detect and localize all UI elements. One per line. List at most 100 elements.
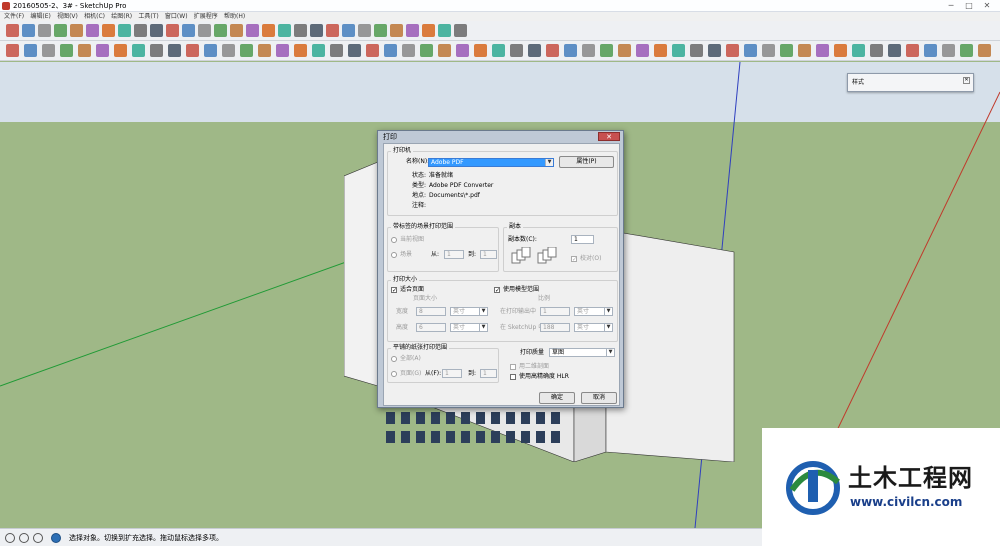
- drawing-tool-icon[interactable]: [456, 44, 469, 57]
- drawing-tool-icon[interactable]: [888, 44, 901, 57]
- main-tool-icon[interactable]: [6, 24, 19, 37]
- close-window-button[interactable]: ✕: [980, 0, 994, 11]
- main-tool-icon[interactable]: [166, 24, 179, 37]
- help-icon[interactable]: [51, 533, 61, 543]
- drawing-tool-icon[interactable]: [474, 44, 487, 57]
- drawing-tool-icon[interactable]: [726, 44, 739, 57]
- main-tool-icon[interactable]: [214, 24, 227, 37]
- drawing-tool-icon[interactable]: [240, 44, 253, 57]
- drawing-tool-icon[interactable]: [924, 44, 937, 57]
- printout-field[interactable]: 1: [540, 307, 570, 316]
- drawing-tool-icon[interactable]: [528, 44, 541, 57]
- copies-count-stepper[interactable]: 1: [571, 235, 594, 244]
- drawing-tool-icon[interactable]: [798, 44, 811, 57]
- drawing-tool-icon[interactable]: [330, 44, 343, 57]
- scenes-radio[interactable]: [391, 252, 397, 258]
- drawing-tool-icon[interactable]: [708, 44, 721, 57]
- drawing-tool-icon[interactable]: [618, 44, 631, 57]
- drawing-tool-icon[interactable]: [168, 44, 181, 57]
- main-tool-icon[interactable]: [182, 24, 195, 37]
- main-tool-icon[interactable]: [438, 24, 451, 37]
- credits-icon[interactable]: [19, 533, 29, 543]
- drawing-tool-icon[interactable]: [834, 44, 847, 57]
- minimize-button[interactable]: ─: [944, 0, 958, 11]
- main-tool-icon[interactable]: [22, 24, 35, 37]
- drawing-tool-icon[interactable]: [546, 44, 559, 57]
- drawing-tool-icon[interactable]: [852, 44, 865, 57]
- main-tool-icon[interactable]: [54, 24, 67, 37]
- drawing-tool-icon[interactable]: [564, 44, 577, 57]
- height-field[interactable]: 6: [416, 323, 446, 332]
- main-tool-icon[interactable]: [326, 24, 339, 37]
- main-tool-icon[interactable]: [294, 24, 307, 37]
- drawing-tool-icon[interactable]: [978, 44, 991, 57]
- scene-from-field[interactable]: 1: [444, 250, 464, 259]
- drawing-tool-icon[interactable]: [690, 44, 703, 57]
- drawing-tool-icon[interactable]: [258, 44, 271, 57]
- hlr-checkbox[interactable]: [510, 374, 516, 380]
- drawing-tool-icon[interactable]: [78, 44, 91, 57]
- scene-to-field[interactable]: 1: [480, 250, 497, 259]
- menu-window[interactable]: 窗口(W): [165, 12, 188, 21]
- drawing-tool-icon[interactable]: [96, 44, 109, 57]
- tiled-to-field[interactable]: 1: [480, 369, 497, 378]
- drawing-tool-icon[interactable]: [402, 44, 415, 57]
- width-unit-select[interactable]: 英寸 ▼: [450, 307, 488, 316]
- main-tool-icon[interactable]: [134, 24, 147, 37]
- menu-extensions[interactable]: 扩展程序: [194, 12, 218, 21]
- geo-location-icon[interactable]: [5, 533, 15, 543]
- main-tool-icon[interactable]: [86, 24, 99, 37]
- drawing-tool-icon[interactable]: [906, 44, 919, 57]
- printer-name-select[interactable]: Adobe PDF ▼: [428, 158, 554, 167]
- print-quality-select[interactable]: 草图 ▼: [549, 348, 615, 357]
- drawing-tool-icon[interactable]: [132, 44, 145, 57]
- page-range-radio[interactable]: [391, 371, 397, 377]
- main-tool-icon[interactable]: [38, 24, 51, 37]
- cancel-button[interactable]: 取消: [581, 392, 617, 404]
- use-extents-checkbox[interactable]: ✓: [494, 287, 500, 294]
- drawing-tool-icon[interactable]: [762, 44, 775, 57]
- drawing-tool-icon[interactable]: [222, 44, 235, 57]
- main-tool-icon[interactable]: [198, 24, 211, 37]
- menu-edit[interactable]: 编辑(E): [30, 12, 50, 21]
- main-tool-icon[interactable]: [262, 24, 275, 37]
- main-tool-icon[interactable]: [342, 24, 355, 37]
- all-pages-radio[interactable]: [391, 356, 397, 362]
- ok-button[interactable]: 确定: [539, 392, 575, 404]
- main-tool-icon[interactable]: [422, 24, 435, 37]
- main-tool-icon[interactable]: [390, 24, 403, 37]
- printout-unit-select[interactable]: 英寸 ▼: [574, 307, 613, 316]
- drawing-tool-icon[interactable]: [60, 44, 73, 57]
- user-icon[interactable]: [33, 533, 43, 543]
- main-tool-icon[interactable]: [358, 24, 371, 37]
- drawing-tool-icon[interactable]: [42, 44, 55, 57]
- sketchup-unit-select[interactable]: 英寸 ▼: [574, 323, 613, 332]
- drawing-tool-icon[interactable]: [510, 44, 523, 57]
- menu-file[interactable]: 文件(F): [4, 12, 24, 21]
- main-tool-icon[interactable]: [118, 24, 131, 37]
- menu-camera[interactable]: 相机(C): [84, 12, 105, 21]
- drawing-tool-icon[interactable]: [744, 44, 757, 57]
- drawing-tool-icon[interactable]: [942, 44, 955, 57]
- drawing-tool-icon[interactable]: [384, 44, 397, 57]
- drawing-tool-icon[interactable]: [420, 44, 433, 57]
- drawing-tool-icon[interactable]: [960, 44, 973, 57]
- drawing-tool-icon[interactable]: [816, 44, 829, 57]
- menu-tools[interactable]: 工具(T): [138, 12, 158, 21]
- drawing-tool-icon[interactable]: [114, 44, 127, 57]
- main-tool-icon[interactable]: [150, 24, 163, 37]
- styles-panel[interactable]: 样式 ✕: [847, 73, 974, 92]
- drawing-tool-icon[interactable]: [24, 44, 37, 57]
- drawing-tool-icon[interactable]: [204, 44, 217, 57]
- drawing-tool-icon[interactable]: [276, 44, 289, 57]
- main-tool-icon[interactable]: [102, 24, 115, 37]
- fit-page-checkbox[interactable]: ✓: [391, 287, 397, 294]
- drawing-tool-icon[interactable]: [366, 44, 379, 57]
- main-tool-icon[interactable]: [310, 24, 323, 37]
- drawing-tool-icon[interactable]: [312, 44, 325, 57]
- drawing-tool-icon[interactable]: [492, 44, 505, 57]
- main-tool-icon[interactable]: [70, 24, 83, 37]
- menu-view[interactable]: 视图(V): [57, 12, 78, 21]
- drawing-tool-icon[interactable]: [780, 44, 793, 57]
- drawing-tool-icon[interactable]: [294, 44, 307, 57]
